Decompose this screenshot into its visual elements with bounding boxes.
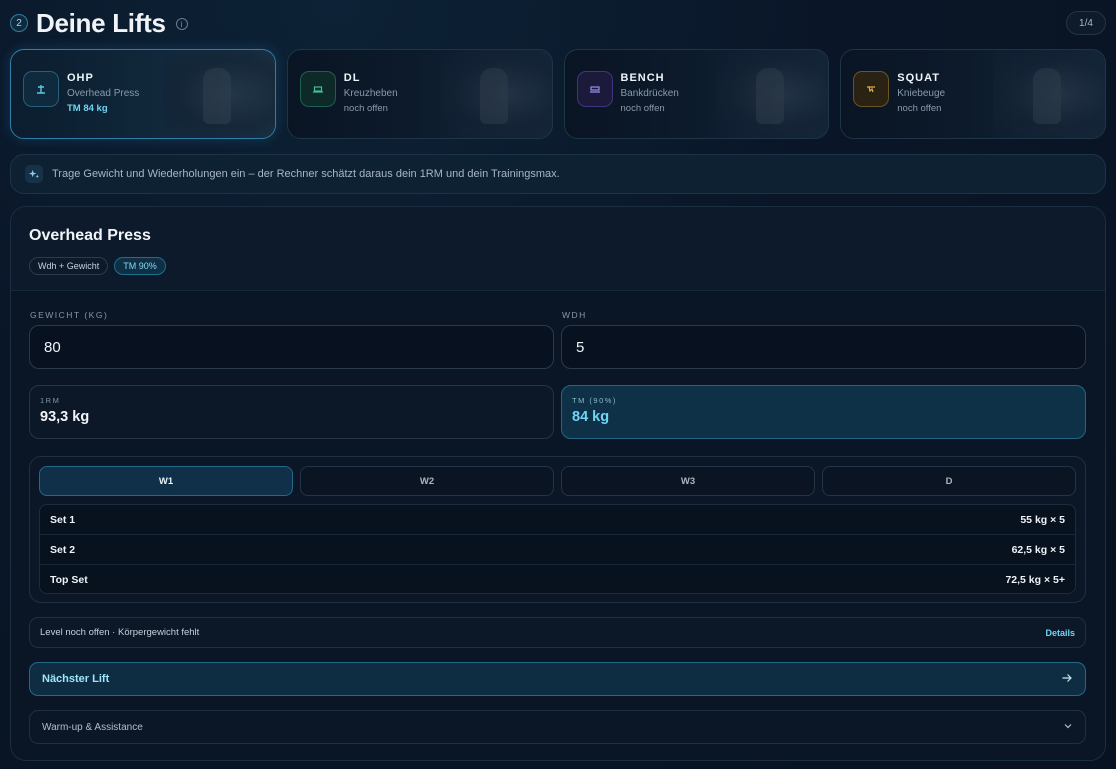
bench-icon [576,71,613,107]
lift-card-ohp[interactable]: OHP Overhead Press TM 84 kg [10,49,276,139]
overhead-press-icon [23,71,59,107]
panel-title: Overhead Press [29,227,151,244]
week-tabs: W1 W2 W3 D [39,466,1076,496]
lift-cards: OHP Overhead Press TM 84 kg DL Kreuzhebe… [10,49,1106,139]
lift-card-dl[interactable]: DL Kreuzheben noch offen [286,49,553,139]
info-banner: Trage Gewicht und Wiederholungen ein – d… [10,154,1106,194]
lift-status: TM 84 kg [67,103,108,114]
panel-header: Overhead Press Wdh + Gewicht TM 90% [11,207,1105,291]
level-text: Level noch offen · Körpergewicht fehlt [40,627,200,638]
squat-icon [853,71,890,107]
weight-field[interactable] [29,325,554,369]
lift-status: noch offen [343,103,388,114]
set-label: Set 2 [50,543,76,556]
tab-w3[interactable]: W3 [561,466,815,496]
set-label: Top Set [50,574,88,586]
lift-name: Kniebeuge [897,88,946,99]
set-row: Top Set 72,5 kg × 5+ [40,565,1075,593]
lift-abbr: BENCH [620,72,665,84]
tab-deload[interactable]: D [822,466,1076,496]
arrow-right-icon [1061,672,1073,687]
set-label: Set 1 [50,513,76,526]
details-link[interactable]: Details [1045,628,1075,638]
chevron-down-icon [1063,721,1073,734]
deadlift-icon [299,71,336,107]
lift-abbr: DL [343,72,361,84]
one-rm-box: 1RM 93,3 kg [29,385,554,439]
lift-panel: Overhead Press Wdh + Gewicht TM 90% GEWI… [10,206,1106,761]
tm-box: TM (90%) 84 kg [561,385,1086,439]
lift-status: noch offen [897,103,942,114]
tm-chip: TM 90% [114,257,166,275]
one-rm-label: 1RM [40,396,61,405]
lift-photo [439,50,552,138]
info-icon[interactable]: i [175,18,188,30]
tab-w1[interactable]: W1 [39,466,293,496]
sets-table: Set 1 55 kg × 5 Set 2 62,5 kg × 5 Top Se… [39,504,1076,594]
lift-card-squat[interactable]: SQUAT Kniebeuge noch offen [840,49,1106,139]
week-panel: W1 W2 W3 D Set 1 55 kg × 5 Set 2 62,5 kg… [29,456,1086,603]
warmup-label: Warm-up & Assistance [42,721,143,733]
lift-card-bench[interactable]: BENCH Bankdrücken noch offen [563,49,830,139]
reps-label: WDH [562,310,587,320]
lift-name: Overhead Press [67,88,140,99]
reps-field[interactable] [561,325,1086,369]
lift-photo [993,50,1105,138]
tab-w2[interactable]: W2 [300,466,554,496]
tm-value: 84 kg [572,409,610,425]
tm-label: TM (90%) [572,396,617,405]
sparkle-icon [25,165,43,183]
one-rm-value: 93,3 kg [40,409,90,425]
reps-input[interactable] [562,326,1085,368]
header: 2 Deine Lifts i 1/4 [10,6,1106,40]
weight-input[interactable] [30,326,553,368]
lift-status: noch offen [620,103,665,114]
pager: 1/4 [1066,11,1106,35]
set-value: 55 kg × 5 [1020,513,1065,526]
lift-abbr: OHP [67,72,94,84]
banner-text: Trage Gewicht und Wiederholungen ein – d… [52,168,560,180]
weight-label: GEWICHT (KG) [30,310,109,320]
set-row: Set 1 55 kg × 5 [40,505,1075,535]
lift-photo [716,50,829,138]
set-row: Set 2 62,5 kg × 5 [40,535,1075,565]
level-row: Level noch offen · Körpergewicht fehlt D… [29,617,1086,648]
next-lift-button[interactable]: Nächster Lift [29,662,1086,696]
lift-photo [162,50,275,138]
step-badge: 2 [10,14,28,32]
set-value: 62,5 kg × 5 [1011,543,1065,556]
warmup-collapse[interactable]: Warm-up & Assistance [29,710,1086,744]
next-lift-label: Nächster Lift [42,673,110,685]
set-value: 72,5 kg × 5+ [1005,574,1065,586]
mode-chip: Wdh + Gewicht [29,257,109,275]
lift-name: Kreuzheben [343,88,398,99]
lift-abbr: SQUAT [897,72,940,84]
lift-name: Bankdrücken [620,88,679,99]
page-title: Deine Lifts [36,7,166,38]
